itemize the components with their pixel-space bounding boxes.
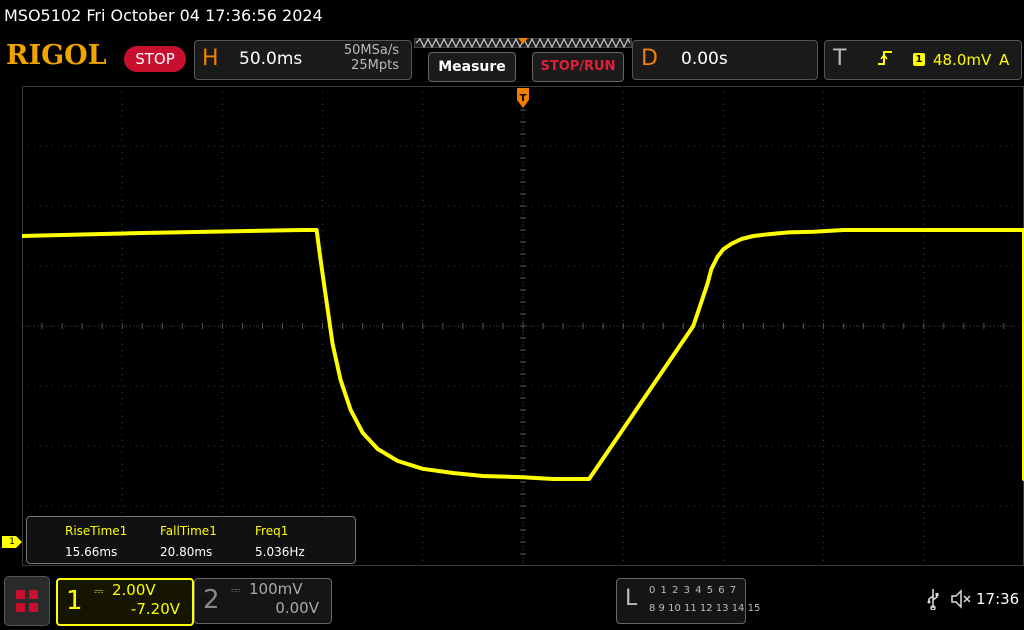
horizontal-panel[interactable]: H 50.0ms 50MSa/s 25Mpts — [194, 40, 412, 80]
graticule — [22, 86, 1024, 566]
stop-run-button[interactable]: STOP/RUN — [532, 52, 624, 82]
logic-label: L — [625, 586, 638, 611]
measurement-label: FallTime1 — [160, 524, 217, 538]
window-title: MSO5102 Fri October 04 17:36:56 2024 — [4, 6, 323, 25]
trigger-position-label: T — [520, 93, 527, 104]
measurement-panel[interactable]: RiseTime1 15.66ms FallTime1 20.80ms Freq… — [26, 516, 356, 564]
trigger-label: T — [833, 46, 847, 71]
logic-channels-row-2: 8 9 10 11 12 13 14 15 — [649, 603, 761, 614]
waveform-display[interactable]: T — [22, 86, 1024, 566]
title-bar: MSO5102 Fri October 04 17:36:56 2024 — [0, 0, 1024, 34]
rising-edge-icon — [878, 51, 892, 65]
measurement-label: RiseTime1 — [65, 524, 128, 538]
measurement-label: Freq1 — [255, 524, 289, 538]
main-menu-button[interactable] — [4, 576, 50, 626]
trigger-panel[interactable]: T 1 48.0mV A — [824, 40, 1022, 80]
horizontal-label: H — [202, 46, 219, 71]
channel-1-scale: 2.00V — [112, 581, 156, 599]
trigger-position-marker[interactable]: T — [517, 88, 529, 108]
channel-2-scale: 100mV — [249, 580, 303, 598]
channel-1-panel[interactable]: 1 ⎓ 2.00V -7.20V — [56, 578, 194, 626]
sample-rate: 50MSa/s — [343, 43, 399, 58]
grid-menu-icon — [16, 590, 38, 612]
measurement-value: 20.80ms — [160, 545, 213, 559]
measurement-value: 15.66ms — [65, 545, 118, 559]
clock: 17:36 — [976, 590, 1020, 608]
trigger-source-badge: 1 — [913, 53, 925, 66]
channel-1-number: 1 — [66, 586, 83, 616]
delay-label: D — [641, 46, 658, 71]
channel-2-panel[interactable]: 2 ⎓ 100mV 0.00V — [194, 578, 332, 624]
dc-coupling-icon: ⎓ — [231, 583, 241, 597]
dc-coupling-icon: ⎓ — [94, 584, 104, 598]
logic-channels-row-1: 0 1 2 3 4 5 6 7 — [649, 585, 738, 596]
trigger-level: 48.0mV — [933, 51, 992, 69]
memory-position-bar[interactable] — [414, 38, 632, 48]
timebase-value: 50.0ms — [239, 49, 303, 69]
run-state-badge[interactable]: STOP — [124, 46, 186, 72]
measurement-value: 5.036Hz — [255, 545, 305, 559]
channel-1-offset: -7.20V — [130, 600, 180, 618]
usb-icon — [927, 589, 939, 610]
logic-analyzer-panel[interactable]: L 0 1 2 3 4 5 6 7 8 9 10 11 12 13 14 15 — [616, 578, 760, 624]
channel-2-offset: 0.00V — [275, 599, 319, 617]
channel-2-number: 2 — [203, 585, 220, 615]
ch1-offset-marker[interactable]: 1 — [2, 536, 22, 548]
rigol-logo: RIGOL — [6, 40, 107, 71]
measure-button[interactable]: Measure — [428, 52, 516, 82]
delay-value: 0.00s — [681, 49, 728, 69]
speaker-muted-icon[interactable] — [950, 588, 972, 610]
trigger-mode: A — [999, 51, 1010, 69]
memory-depth: 25Mpts — [351, 58, 399, 73]
delay-panel[interactable]: D 0.00s — [632, 40, 818, 80]
